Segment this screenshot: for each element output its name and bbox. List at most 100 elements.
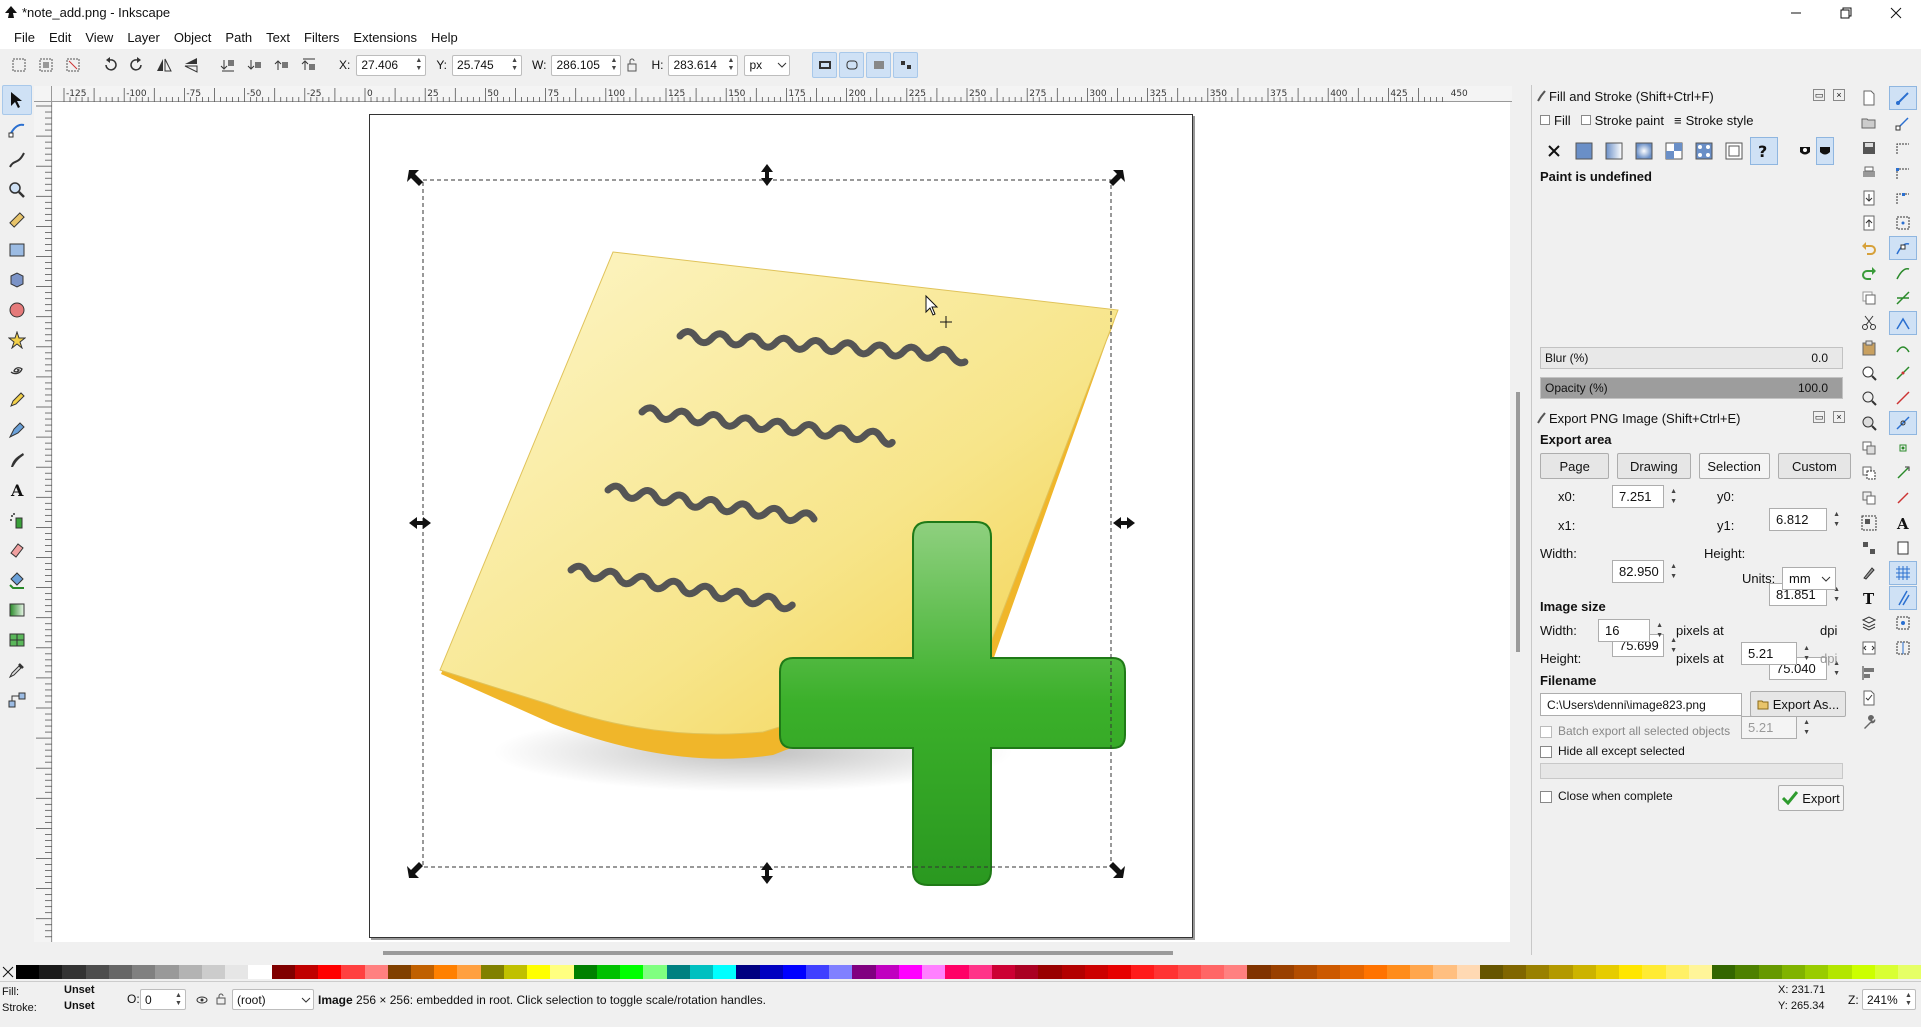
palette-swatch[interactable] bbox=[1038, 965, 1062, 979]
palette-swatch[interactable] bbox=[1224, 965, 1248, 979]
menu-object[interactable]: Object bbox=[167, 30, 219, 45]
no-paint-button[interactable] bbox=[1540, 137, 1568, 165]
export-button[interactable]: Export bbox=[1778, 785, 1844, 811]
swatch-button[interactable] bbox=[1720, 137, 1748, 165]
palette-swatch[interactable] bbox=[1433, 965, 1457, 979]
pattern-button[interactable] bbox=[1690, 137, 1718, 165]
palette-swatch[interactable] bbox=[1410, 965, 1434, 979]
align-distribute-button[interactable] bbox=[1855, 661, 1883, 685]
palette-swatch[interactable] bbox=[318, 965, 342, 979]
zoom-selection-button[interactable] bbox=[1855, 361, 1883, 385]
horizontal-scroll-thumb[interactable] bbox=[383, 951, 1173, 955]
drawing-canvas[interactable] bbox=[53, 102, 1510, 942]
export-float-button[interactable]: ▭ bbox=[1813, 411, 1825, 423]
palette-swatch[interactable] bbox=[1549, 965, 1573, 979]
close-window-button[interactable] bbox=[1871, 0, 1921, 25]
palette-swatch[interactable] bbox=[736, 965, 760, 979]
star-tool[interactable] bbox=[2, 325, 32, 355]
palette-swatch[interactable] bbox=[364, 965, 388, 979]
measure-tool[interactable] bbox=[2, 205, 32, 235]
snap-paths-button[interactable] bbox=[1889, 261, 1917, 285]
restore-button[interactable] bbox=[1821, 0, 1871, 25]
palette-swatch[interactable] bbox=[39, 965, 63, 979]
paste-button[interactable] bbox=[1855, 336, 1883, 360]
close-when-complete-checkbox[interactable]: Close when complete bbox=[1540, 789, 1673, 803]
palette-swatch[interactable] bbox=[1712, 965, 1736, 979]
snap-bbox-edges-button[interactable] bbox=[1889, 136, 1917, 160]
menu-help[interactable]: Help bbox=[424, 30, 465, 45]
snap-bbox-centers-button[interactable] bbox=[1889, 211, 1917, 235]
snap-bbox-midpoints-button[interactable] bbox=[1889, 186, 1917, 210]
palette-swatch[interactable] bbox=[1526, 965, 1550, 979]
palette-swatch[interactable] bbox=[1177, 965, 1201, 979]
preferences-button[interactable] bbox=[1855, 711, 1883, 735]
menu-view[interactable]: View bbox=[78, 30, 120, 45]
clone-button[interactable] bbox=[1855, 461, 1883, 485]
palette-swatch[interactable] bbox=[248, 965, 272, 979]
snap-grids-button[interactable] bbox=[1889, 561, 1917, 585]
palette-swatch[interactable] bbox=[643, 965, 667, 979]
palette-swatch[interactable] bbox=[875, 965, 899, 979]
duplicate-button[interactable] bbox=[1855, 436, 1883, 460]
palette-swatch[interactable] bbox=[573, 965, 597, 979]
opacity-slider[interactable]: Opacity (%) 100.0 bbox=[1540, 377, 1843, 399]
menu-file[interactable]: File bbox=[7, 30, 42, 45]
snap-page-border-button[interactable] bbox=[1889, 461, 1917, 485]
paint-bucket-tool[interactable] bbox=[2, 565, 32, 595]
undo-button[interactable] bbox=[1855, 236, 1883, 260]
zoom-spinner[interactable]: ▲ ▼ bbox=[1904, 992, 1913, 1008]
export-drawing-button[interactable]: Drawing bbox=[1617, 453, 1691, 479]
horizontal-scrollbar[interactable] bbox=[53, 944, 1510, 962]
zoom-tool[interactable] bbox=[2, 175, 32, 205]
rotate-cw-button[interactable] bbox=[124, 52, 149, 78]
palette-swatch[interactable] bbox=[85, 965, 109, 979]
palette-swatch[interactable] bbox=[1688, 965, 1713, 979]
snap-smooth-nodes-button[interactable] bbox=[1889, 336, 1917, 360]
import-button[interactable] bbox=[1855, 186, 1883, 210]
blur-slider[interactable]: Blur (%) 0.0 bbox=[1540, 347, 1843, 369]
palette-swatch[interactable] bbox=[155, 965, 179, 979]
document-properties-button[interactable] bbox=[1855, 686, 1883, 710]
palette-swatch[interactable] bbox=[550, 965, 574, 979]
palette-swatch[interactable] bbox=[1363, 965, 1387, 979]
horizontal-ruler[interactable]: -125 -100 -75 -50 -25 0 25 50 75 100 125 150 175 200 2… bbox=[52, 86, 1512, 102]
pencil-tool[interactable] bbox=[2, 385, 32, 415]
palette-swatch[interactable] bbox=[201, 965, 226, 979]
export-close-button[interactable]: × bbox=[1833, 411, 1845, 423]
palette-swatch[interactable] bbox=[805, 965, 830, 979]
palette-swatch[interactable] bbox=[1200, 965, 1225, 979]
y0-spinner[interactable]: ▲ ▼ bbox=[1833, 510, 1840, 530]
copy-button[interactable] bbox=[1855, 286, 1883, 310]
palette-swatch[interactable] bbox=[713, 965, 737, 979]
palette-swatch[interactable] bbox=[62, 965, 86, 979]
palette-swatch[interactable] bbox=[852, 965, 876, 979]
lower-button[interactable] bbox=[242, 52, 267, 78]
fill-stroke-dialog-button[interactable] bbox=[1855, 561, 1883, 585]
tab-fill[interactable]: Fill bbox=[1540, 113, 1571, 128]
menu-layer[interactable]: Layer bbox=[120, 30, 167, 45]
palette-swatch[interactable] bbox=[898, 965, 923, 979]
snap-grid-guide-button[interactable] bbox=[1889, 486, 1917, 510]
palette-swatch[interactable] bbox=[1154, 965, 1178, 979]
fill-rule-evenodd-button[interactable] bbox=[1796, 137, 1814, 165]
menu-text[interactable]: Text bbox=[259, 30, 297, 45]
snap-cusp-nodes-button[interactable] bbox=[1889, 311, 1917, 335]
palette-swatch[interactable] bbox=[1828, 965, 1852, 979]
rectangle-tool[interactable] bbox=[2, 235, 32, 265]
palette-swatch[interactable] bbox=[596, 965, 621, 979]
snap-page-button[interactable] bbox=[1889, 536, 1917, 560]
snap-text-button[interactable]: A bbox=[1889, 511, 1917, 535]
palette-swatch[interactable] bbox=[1386, 965, 1411, 979]
flip-vertical-button[interactable] bbox=[178, 52, 203, 78]
snap-bbox-button[interactable] bbox=[1889, 111, 1917, 135]
ungroup-button[interactable] bbox=[1855, 536, 1883, 560]
unset-paint-button[interactable]: ? bbox=[1750, 137, 1778, 165]
palette-swatch[interactable] bbox=[225, 965, 249, 979]
snap-others-button[interactable] bbox=[1889, 611, 1917, 635]
layer-lock-icon[interactable] bbox=[216, 993, 226, 1005]
palette-swatch[interactable] bbox=[1456, 965, 1480, 979]
hide-all-checkbox[interactable]: Hide all except selected bbox=[1532, 741, 1851, 761]
vertical-ruler[interactable] bbox=[34, 102, 52, 942]
palette-swatch[interactable] bbox=[1340, 965, 1364, 979]
palette-swatch[interactable] bbox=[1665, 965, 1689, 979]
